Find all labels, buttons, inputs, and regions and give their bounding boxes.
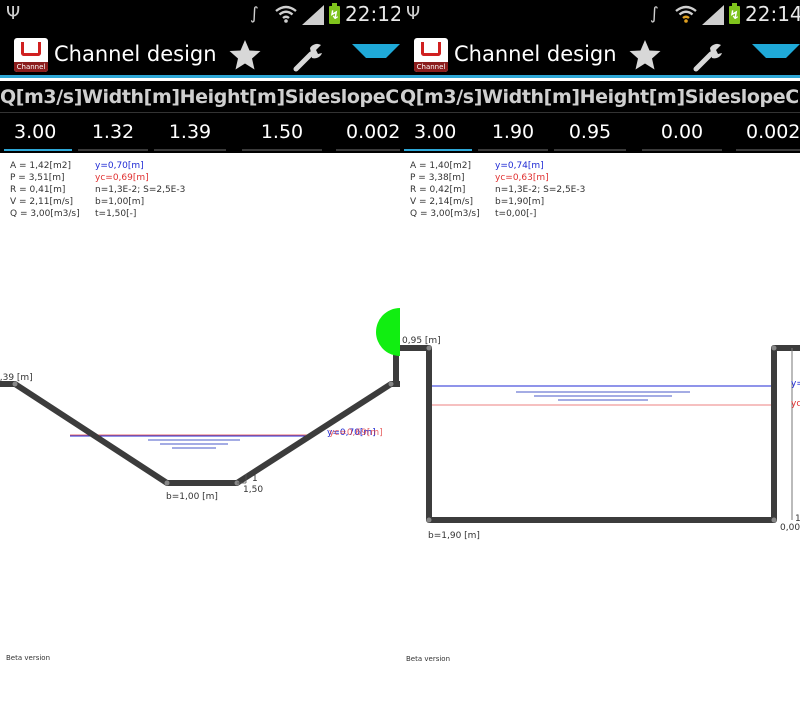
height-drag-handle[interactable]: [376, 308, 400, 356]
height-input[interactable]: 0.95: [554, 115, 626, 151]
result-normal-depth: y=0,70[m]: [95, 161, 144, 171]
q-input[interactable]: 3.00: [4, 115, 72, 151]
beta-version-label: Beta version: [406, 655, 450, 663]
result-velocity: V = 2,14[m/s]: [410, 197, 473, 207]
critical-depth-label: yc: [791, 399, 800, 409]
screenshot-right: Ψ ∫ ↯ 22:14 Channel Channel design Q[m3/…: [400, 0, 800, 715]
beta-version-label: Beta version: [6, 654, 50, 662]
result-manning-slope: n=1,3E-2; S=2,5E-3: [95, 185, 185, 195]
header-height: Height[m]: [179, 86, 285, 108]
status-bar: Ψ ∫ ↯ 22:14: [400, 0, 800, 30]
signal-icon: [302, 5, 324, 25]
parameter-input-row: 3.00 1.32 1.39 1.50 0.0025: [0, 113, 400, 153]
width-input[interactable]: 1.32: [78, 115, 148, 151]
q-input[interactable]: 3.00: [404, 115, 472, 151]
corner-point: [771, 345, 777, 351]
header-height: Height[m]: [579, 86, 685, 108]
settings-wrench-button[interactable]: [290, 38, 326, 74]
channel-shape-button[interactable]: [752, 40, 800, 70]
usb-icon: Ψ: [6, 3, 21, 24]
width-input[interactable]: 1.90: [478, 115, 548, 151]
battery-icon: ↯: [729, 3, 740, 24]
bluetooth-icon: ∫: [650, 4, 659, 24]
app-logo[interactable]: Channel: [414, 38, 448, 72]
parameter-input-row: 3.00 1.90 0.95 0.00 0.0025: [400, 113, 800, 153]
channel-logo-icon: [421, 42, 441, 56]
header-channel: Channel: [785, 86, 800, 108]
result-area: A = 1,40[m2]: [410, 161, 471, 171]
battery-icon: ↯: [329, 3, 340, 24]
result-bottom-width: b=1,90[m]: [495, 197, 544, 207]
height-label: 0,95 [m]: [402, 336, 441, 346]
slope-rise-label: 1: [252, 474, 258, 484]
sideslope-input[interactable]: 1.50: [242, 115, 322, 151]
result-side-slope: t=1,50[-]: [95, 209, 136, 219]
result-normal-depth: y=0,74[m]: [495, 161, 544, 171]
header-q: Q[m3/s]: [400, 86, 482, 108]
wifi-icon: [675, 5, 697, 23]
result-manning-slope: n=1,3E-2; S=2,5E-3: [495, 185, 585, 195]
result-area: A = 1,42[m2]: [10, 161, 71, 171]
header-sideslope: Sideslope: [284, 86, 386, 108]
signal-icon: [702, 5, 724, 25]
corner-point: [426, 345, 432, 351]
header-sideslope: Sideslope: [684, 86, 786, 108]
header-q: Q[m3/s]: [0, 86, 82, 108]
app-title: Channel design: [454, 42, 617, 66]
parameter-header-row: Q[m3/s]Width[m]Height[m]SideslopeChannel: [400, 81, 800, 113]
result-perimeter: P = 3,51[m]: [10, 173, 65, 183]
corner-point: [388, 381, 394, 387]
result-discharge: Q = 3,00[m3/s]: [10, 209, 80, 219]
result-bottom-width: b=1,00[m]: [95, 197, 144, 207]
status-bar: Ψ ∫ ↯ 22:12: [0, 0, 400, 30]
app-title: Channel design: [54, 42, 217, 66]
result-velocity: V = 2,11[m/s]: [10, 197, 73, 207]
slope-run-label: 0,00: [780, 523, 800, 533]
action-bar: Channel Channel design: [0, 30, 400, 78]
action-bar: Channel Channel design: [400, 30, 800, 78]
favorite-star-button[interactable]: [628, 38, 662, 72]
favorite-star-button[interactable]: [228, 38, 262, 72]
cross-section-drawing: A = 1,40[m2] P = 3,38[m] R = 0,42[m] V =…: [400, 153, 800, 715]
header-width: Width[m]: [82, 86, 180, 108]
corner-point: [771, 517, 777, 523]
result-critical-depth: yc=0,69[m]: [95, 173, 149, 183]
cross-section-drawing: A = 1,42[m2] P = 3,51[m] R = 0,41[m] V =…: [0, 153, 400, 715]
result-side-slope: t=0,00[-]: [495, 209, 536, 219]
app-logo[interactable]: Channel: [14, 38, 48, 72]
header-width: Width[m]: [482, 86, 580, 108]
result-critical-depth: yc=0,63[m]: [495, 173, 549, 183]
clock: 22:12: [345, 2, 400, 26]
corner-point: [426, 517, 432, 523]
channel-logo-icon: [21, 42, 41, 56]
bluetooth-icon: ∫: [250, 4, 259, 24]
result-radius: R = 0,41[m]: [10, 185, 65, 195]
result-discharge: Q = 3,00[m3/s]: [410, 209, 480, 219]
sideslope-input[interactable]: 0.00: [642, 115, 722, 151]
normal-depth-label: y=: [791, 379, 800, 389]
critical-depth-label: yc=0,69[m]: [329, 428, 383, 438]
slope-run-label: 1,50: [243, 485, 263, 495]
bottom-width-label: b=1,90 [m]: [428, 531, 480, 541]
usb-icon: Ψ: [406, 3, 421, 24]
height-label: 1,39 [m]: [0, 373, 33, 383]
result-radius: R = 0,42[m]: [410, 185, 465, 195]
clock: 22:14: [745, 2, 800, 26]
bottom-width-label: b=1,00 [m]: [166, 492, 218, 502]
screenshot-left: Ψ ∫ ↯ 22:12 Channel Channel design Q[m3/…: [0, 0, 400, 715]
channel-slope-input[interactable]: 0.0025: [336, 115, 400, 151]
logo-badge: Channel: [14, 62, 48, 72]
parameter-header-row: Q[m3/s]Width[m]Height[m]SideslopeChannel: [0, 81, 400, 113]
settings-wrench-button[interactable]: [690, 38, 726, 74]
header-channel: Channel: [385, 86, 400, 108]
channel-shape-button[interactable]: [352, 40, 400, 70]
corner-point: [164, 480, 170, 486]
result-perimeter: P = 3,38[m]: [410, 173, 465, 183]
channel-slope-input[interactable]: 0.0025: [736, 115, 800, 151]
height-input[interactable]: 1.39: [154, 115, 226, 151]
channel-profile: [400, 345, 800, 523]
wifi-icon: [275, 5, 297, 23]
logo-badge: Channel: [414, 62, 448, 72]
